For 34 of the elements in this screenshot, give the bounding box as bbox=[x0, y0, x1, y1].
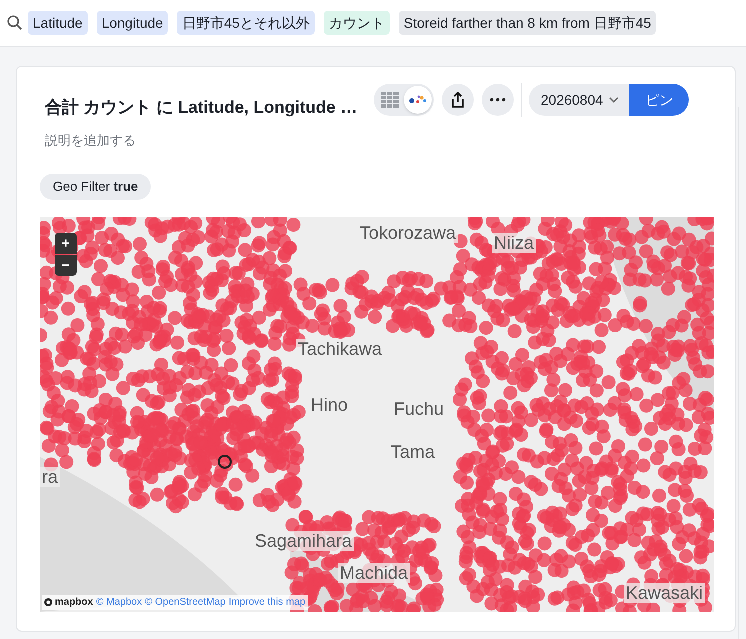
more-icon bbox=[490, 98, 506, 102]
search-token[interactable]: Latitude bbox=[28, 11, 88, 35]
search-token[interactable]: カウント bbox=[324, 11, 390, 35]
place-label: ra bbox=[40, 467, 60, 487]
search-token[interactable]: Longitude bbox=[96, 11, 168, 35]
search-bar[interactable]: Latitude Longitude 日野市45とそれ以外 カウント Storeid farther than 8 km from 日野市45 bbox=[0, 0, 746, 47]
place-label: Tokorozawa bbox=[358, 223, 458, 243]
share-icon bbox=[451, 92, 465, 108]
more-button[interactable] bbox=[482, 84, 514, 116]
version-dropdown[interactable]: 20260804 bbox=[529, 84, 630, 116]
chart-title[interactable]: 合計 カウント に Latitude, Longitude … bbox=[45, 95, 370, 120]
zoom-in-button[interactable]: + bbox=[55, 233, 77, 254]
search-token[interactable]: Storeid farther than 8 km from 日野市45 bbox=[398, 11, 656, 35]
pin-button[interactable]: ピン bbox=[629, 84, 690, 116]
attribution-link[interactable]: © Mapbox bbox=[96, 595, 142, 610]
table-icon bbox=[381, 92, 399, 108]
place-label: Kawasaki bbox=[624, 583, 706, 603]
map-dots-icon bbox=[409, 95, 427, 105]
logo-icon bbox=[44, 598, 53, 607]
search-icon bbox=[7, 15, 23, 31]
place-label: Sagamihara bbox=[253, 531, 354, 551]
mapbox-logo[interactable]: mapbox bbox=[44, 595, 94, 610]
attribution-link[interactable]: © OpenStreetMap bbox=[145, 595, 226, 610]
description-field[interactable]: 説明を追加する bbox=[45, 130, 370, 150]
map-view-button[interactable] bbox=[404, 86, 432, 114]
zoom-out-button[interactable]: − bbox=[55, 255, 77, 276]
place-label: Machida bbox=[338, 563, 410, 583]
filter-chip[interactable]: Geo Filter true bbox=[40, 174, 152, 200]
attribution-link[interactable]: Improve this map bbox=[228, 595, 306, 610]
map[interactable]: Tokorozawa Niiza Tachikawa Hino Fuchu Tama Sagamihara Machida Kawasaki ra + − mapbox © Mapbox © OpenStreetMap Improve this map bbox=[40, 217, 714, 612]
search-token[interactable]: 日野市45とそれ以外 bbox=[177, 11, 315, 35]
chevron-down-icon bbox=[609, 97, 620, 103]
share-button[interactable] bbox=[442, 84, 474, 116]
place-label: Niiza bbox=[492, 233, 536, 253]
